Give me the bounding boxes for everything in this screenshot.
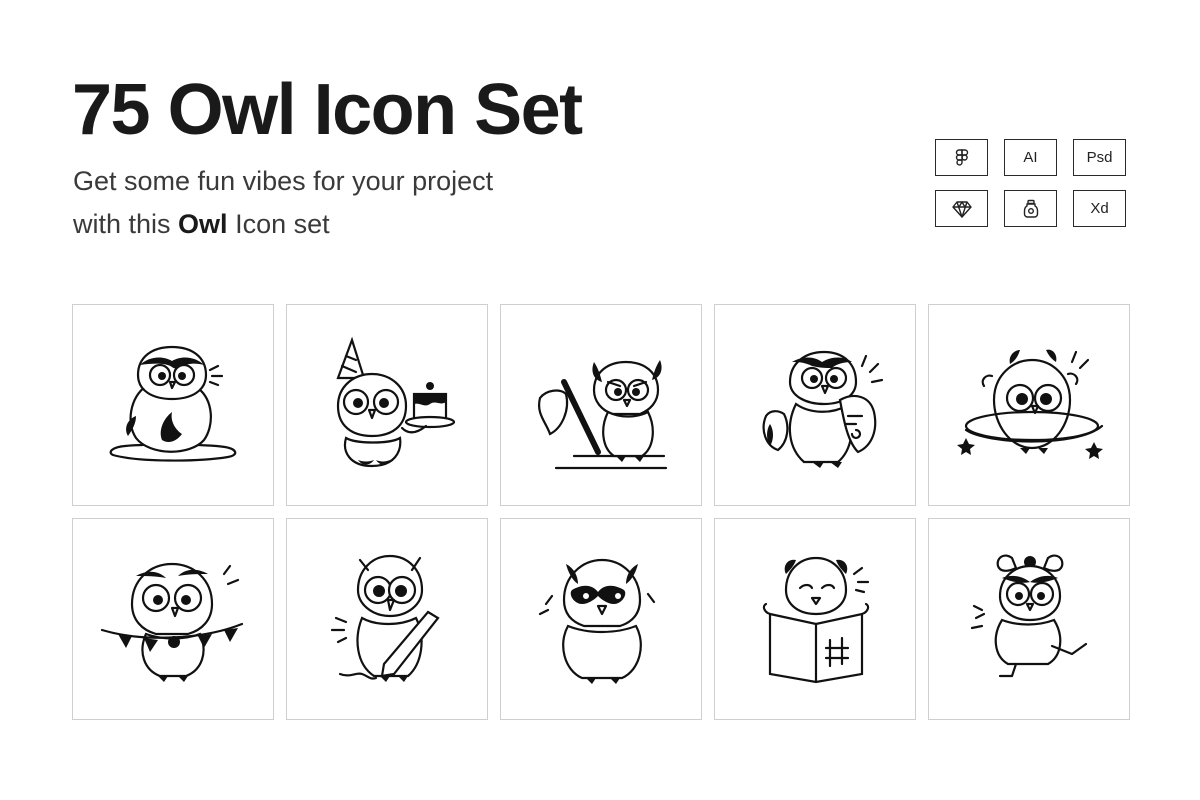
icon-card[interactable] xyxy=(714,518,916,720)
icon-preview-grid xyxy=(72,304,1130,720)
owl-puddle-icon xyxy=(109,345,237,462)
figma-icon xyxy=(955,148,968,166)
xd-format-badge[interactable]: Xd xyxy=(1073,190,1126,227)
owl-scroll-icon xyxy=(762,350,884,468)
icon-card[interactable] xyxy=(286,304,488,506)
icon-card[interactable] xyxy=(72,304,274,506)
owl-mask-icon xyxy=(538,558,656,684)
page-title: 75 Owl Icon Set xyxy=(72,70,583,150)
owl-party-cake-icon xyxy=(336,336,456,468)
icon-card[interactable] xyxy=(286,518,488,720)
icon-card[interactable] xyxy=(500,304,702,506)
subtitle-line-2-prefix: with this xyxy=(73,209,179,239)
figma-format-badge[interactable] xyxy=(935,139,988,176)
owl-bow-icon xyxy=(970,554,1088,678)
subtitle-line-2-suffix: Icon set xyxy=(227,209,330,239)
craft-format-badge[interactable] xyxy=(1004,190,1057,227)
icon-card[interactable] xyxy=(928,518,1130,720)
icon-card[interactable] xyxy=(72,518,274,720)
icon-card[interactable] xyxy=(500,518,702,720)
owl-bunting-icon xyxy=(100,562,244,682)
icon-card[interactable] xyxy=(714,304,916,506)
ai-format-badge[interactable]: AI xyxy=(1004,139,1057,176)
page-subtitle: Get some fun vibes for your project with… xyxy=(73,160,493,246)
subtitle-bold-word: Owl xyxy=(178,209,228,239)
craft-jar-icon xyxy=(1023,199,1038,218)
owl-pencil-icon xyxy=(330,554,440,682)
owl-stick-icon xyxy=(538,360,668,470)
sketch-format-badge[interactable] xyxy=(935,190,988,227)
sketch-icon xyxy=(951,200,972,218)
subtitle-line-1: Get some fun vibes for your project xyxy=(73,166,494,196)
psd-format-badge[interactable]: Psd xyxy=(1073,139,1126,176)
owl-rings-icon xyxy=(957,349,1104,459)
icon-card[interactable] xyxy=(928,304,1130,506)
file-format-badges: AI Psd Xd xyxy=(935,139,1128,227)
owl-board-icon xyxy=(762,556,870,684)
